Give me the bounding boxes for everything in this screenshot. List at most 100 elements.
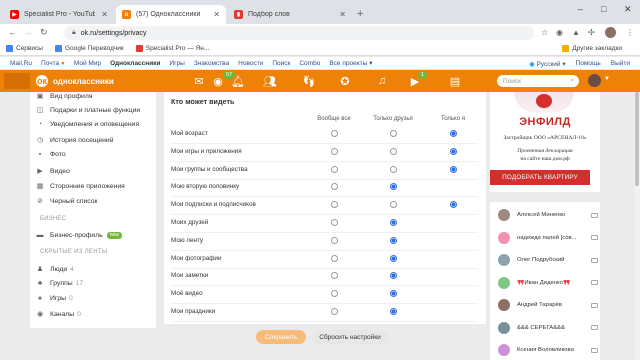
portal-link-mailru[interactable]: Mail.Ru [10,60,32,67]
envelope-icon[interactable] [591,302,598,308]
friend-item[interactable]: Ксения Воловликова [498,341,598,359]
portal-link-games[interactable]: Игры [169,60,184,67]
friend-avatar[interactable] [498,231,510,244]
other-bookmarks[interactable]: Другие закладки [562,45,622,52]
privacy-radio-friends[interactable] [390,147,397,155]
privacy-radio-friends[interactable] [390,201,397,209]
ok-logo[interactable]: ок [36,75,48,87]
save-button[interactable]: Сохранить [256,330,306,344]
close-tab-icon[interactable]: ✕ [213,10,220,19]
privacy-radio-friends[interactable] [390,165,397,173]
privacy-radio-friends[interactable] [390,130,397,137]
extension-icon-2[interactable]: ▲ [572,28,580,37]
privacy-radio-everyone[interactable] [331,165,338,173]
privacy-radio-friends[interactable] [390,272,397,280]
menu-item-gift[interactable]: ◫ Подарки и платные функции [36,106,141,115]
menu-item-history[interactable]: ◷ История посещений [36,136,114,145]
maximize-button[interactable]: □ [601,4,606,14]
help-link[interactable]: Помощь [576,60,601,68]
hidden-item-people[interactable]: ♟ Люди 4 [36,265,74,274]
portal-link-ok[interactable]: Одноклассники [110,60,160,67]
friend-item[interactable]: &&& СЕРЕГА&&& [498,319,598,337]
privacy-radio-everyone[interactable] [331,290,338,298]
privacy-radio-everyone[interactable] [331,254,338,262]
portal-link-search[interactable]: Поиск [272,60,290,67]
friend-name[interactable]: Ксения Воловликова [517,347,589,353]
menu-kebab-icon[interactable]: ⋮ [626,28,634,37]
friend-item[interactable]: 🎀Иван Диденко🎀 [498,274,598,292]
privacy-radio-everyone[interactable] [331,201,338,209]
tab-odnoklassniki[interactable]: o (57) Одноклассники ✕ [116,5,226,24]
search-icon[interactable]: ⌕ [570,77,574,85]
advertisement-banner[interactable]: ЭНФИЛД Застройщик ООО «АРСЕНАЛ-10» Проек… [490,92,600,192]
portal-link-mymir[interactable]: Мой Мир [74,60,101,67]
privacy-radio-friends[interactable] [390,290,397,298]
ad-cta-button[interactable]: ПОДОБРАТЬ КВАРТИРУ [490,170,590,185]
reset-settings-button[interactable]: Сбросить настройки [312,330,388,344]
privacy-radio-friends[interactable] [390,254,397,262]
privacy-radio-everyone[interactable] [331,219,338,226]
chevron-down-icon[interactable]: ▼ [604,76,610,82]
exit-link[interactable]: Выйти [611,60,630,68]
star-icon[interactable]: ☆ [541,28,548,37]
menu-item-apps[interactable]: ▦ Сторонние приложения [36,182,125,191]
privacy-radio-friends[interactable] [390,219,397,226]
close-tab-icon[interactable]: ✕ [101,10,108,19]
menu-item-bell[interactable]: ◔ Уведомления и оповещения [36,121,139,128]
privacy-radio-everyone[interactable] [331,183,338,191]
friend-avatar[interactable] [498,344,510,356]
privacy-radio-everyone[interactable] [331,308,338,315]
envelope-icon[interactable] [591,280,598,285]
minimize-button[interactable]: – [578,4,583,14]
language-selector[interactable]: ◉ Русский ▾ [529,60,566,68]
friend-name[interactable]: Алексей Миненко [517,212,589,218]
tab-youtube[interactable]: ▶ Specialist Pro - YouTube ✕ [4,5,114,24]
user-avatar[interactable] [588,74,601,87]
messages-icon[interactable]: ✉ [192,74,206,88]
friend-item[interactable]: Алексей Миненко [498,206,598,224]
header-search-input[interactable]: Поиск ⌕ [497,75,579,87]
privacy-radio-only-me[interactable] [450,201,457,209]
menu-item-business-profile[interactable]: ▬ Бизнес-профиль new [36,232,122,239]
hidden-item-channels[interactable]: ◉ Каналы 0 [36,310,81,319]
envelope-icon[interactable] [591,347,598,353]
close-window-button[interactable]: ✕ [624,4,632,15]
privacy-radio-only-me[interactable] [450,147,457,155]
privacy-radio-everyone[interactable] [331,147,338,155]
close-tab-icon[interactable]: ✕ [339,10,346,19]
friend-name[interactable]: &&& СЕРЕГА&&& [517,325,589,331]
hidden-item-games[interactable]: ♠ Игры 0 [36,295,73,302]
bookmark-specialist[interactable]: Specialist Pro — Ян... [135,45,209,52]
envelope-icon[interactable] [591,257,598,263]
friend-avatar[interactable] [498,321,510,334]
events-icon[interactable]: ✪ [338,74,352,88]
page-scrollbar[interactable] [634,92,640,360]
friend-item[interactable]: Андрей Тарарёв [498,296,598,314]
privacy-radio-everyone[interactable] [331,130,338,137]
reload-icon[interactable]: ↻ [40,27,48,38]
extension-icon[interactable]: ◉ [556,28,563,37]
friend-avatar[interactable] [498,276,510,289]
puzzle-icon[interactable]: ✣ [588,28,595,37]
friend-name[interactable]: 🎀Иван Диденко🎀 [517,280,589,286]
privacy-radio-only-me[interactable] [450,130,457,137]
portal-link-news[interactable]: Новости [238,60,263,67]
portal-link-combo[interactable]: Combo [299,60,320,67]
privacy-radio-friends[interactable] [390,308,397,315]
menu-item-blacklist[interactable]: ⊘ Черный список [36,197,97,206]
envelope-icon[interactable] [591,235,598,240]
site-name[interactable]: одноклассники [53,77,114,86]
menu-item-photo[interactable]: ▪ Фото [36,151,66,158]
scrollbar-thumb[interactable] [635,92,639,186]
envelope-icon[interactable] [591,325,598,330]
bookmark-services[interactable]: Сервисы [6,45,43,52]
guests-icon[interactable]: 👣︎ [302,74,316,88]
privacy-radio-everyone[interactable] [331,272,338,280]
photos-icon[interactable]: ▤ [448,74,462,88]
back-arrow-icon[interactable]: ← [8,27,17,37]
friend-item[interactable]: надежда палей [сов... [498,229,598,247]
forward-arrow-icon[interactable]: → [24,27,33,37]
menu-item-profile-view[interactable]: ▣ Вид профиля [36,92,93,101]
friend-avatar[interactable] [498,299,510,311]
privacy-radio-friends[interactable] [390,183,397,191]
